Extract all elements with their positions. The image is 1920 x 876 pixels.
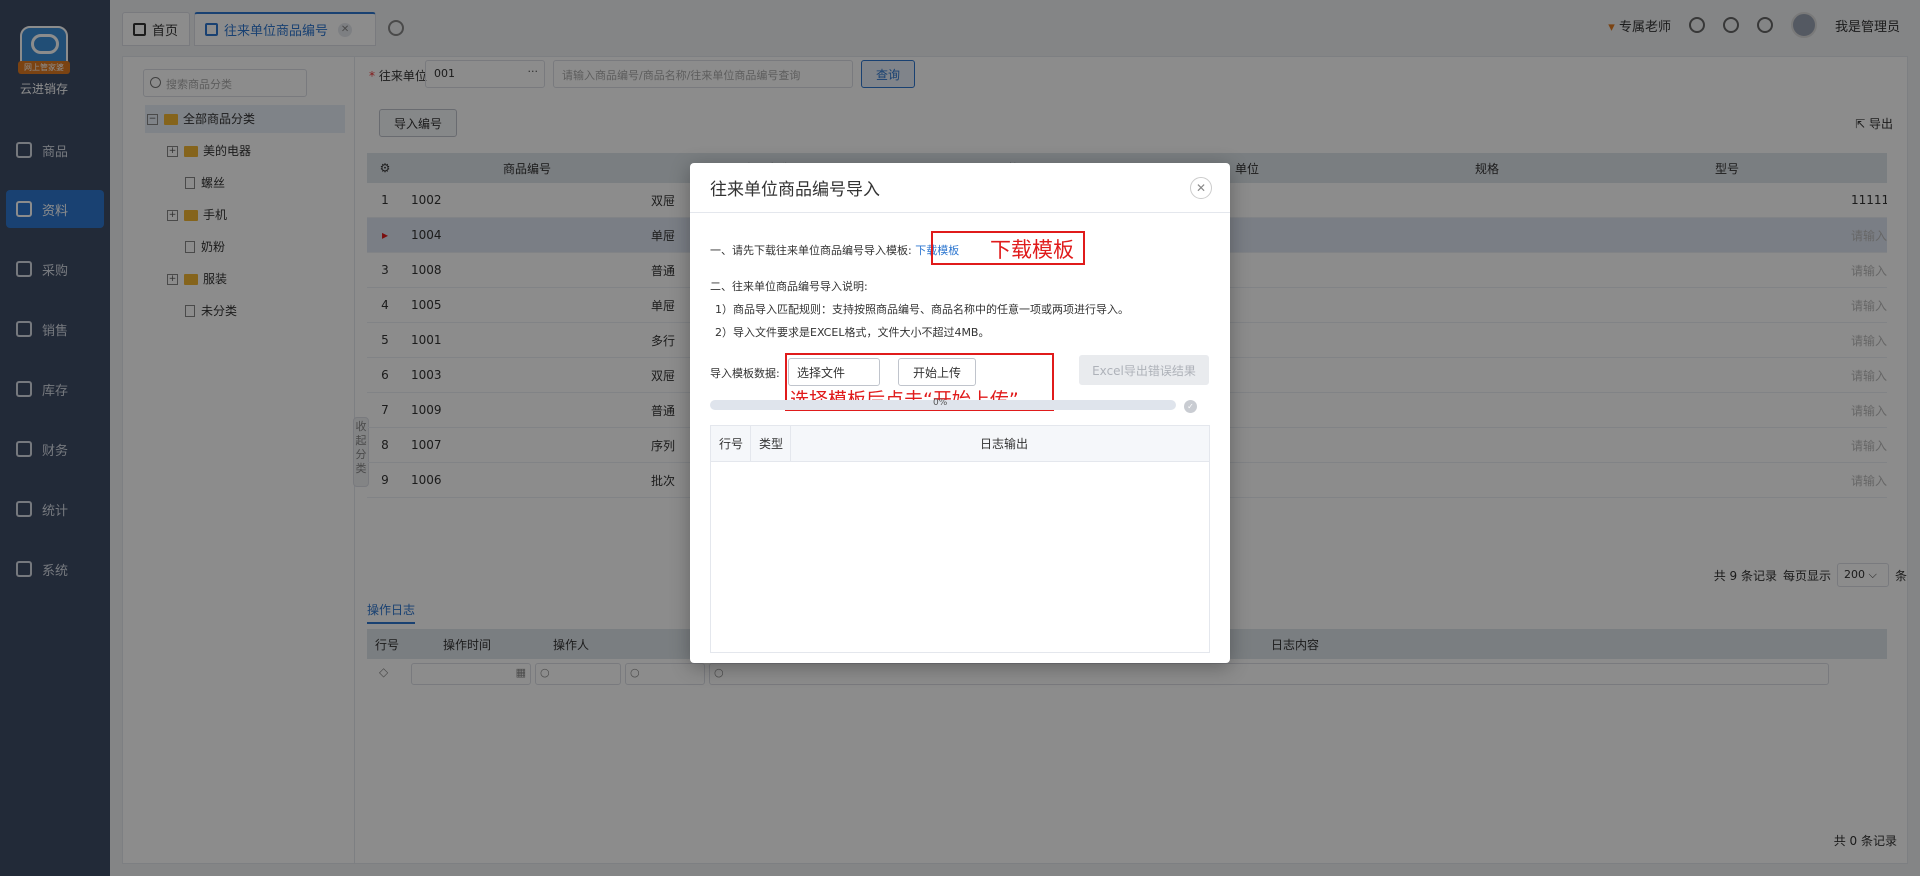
progress-percent: 0%: [933, 398, 948, 408]
import-label: 导入模板数据:: [710, 367, 780, 380]
rule1-text: 1）商品导入匹配规则：支持按照商品编号、商品名称中的任意一项或两项进行导入。: [715, 303, 1129, 316]
import-dialog: 往来单位商品编号导入 ✕ 一、请先下载往来单位商品编号导入模板: 下载模板 下载…: [690, 163, 1230, 663]
step2-text: 二、往来单位商品编号导入说明:: [710, 280, 868, 293]
annotation-download: 下载模板: [990, 238, 1074, 262]
import-log-header: 行号 类型 日志输出: [711, 425, 1209, 462]
step1-text: 一、请先下载往来单位商品编号导入模板: 下载模板: [710, 242, 959, 258]
dialog-title: 往来单位商品编号导入: [690, 163, 1230, 213]
step1-label: 一、请先下载往来单位商品编号导入模板:: [710, 244, 912, 257]
check-icon: ✓: [1184, 400, 1197, 413]
close-icon[interactable]: ✕: [1190, 177, 1212, 199]
log-col-row: 行号: [711, 425, 751, 462]
log-col-type: 类型: [751, 425, 791, 462]
import-log-table: 行号 类型 日志输出: [710, 425, 1210, 653]
rule2-text: 2）导入文件要求是EXCEL格式，文件大小不超过4MB。: [715, 326, 990, 339]
log-col-output: 日志输出: [979, 436, 1028, 451]
export-errors-button[interactable]: Excel导出错误结果: [1079, 355, 1209, 385]
